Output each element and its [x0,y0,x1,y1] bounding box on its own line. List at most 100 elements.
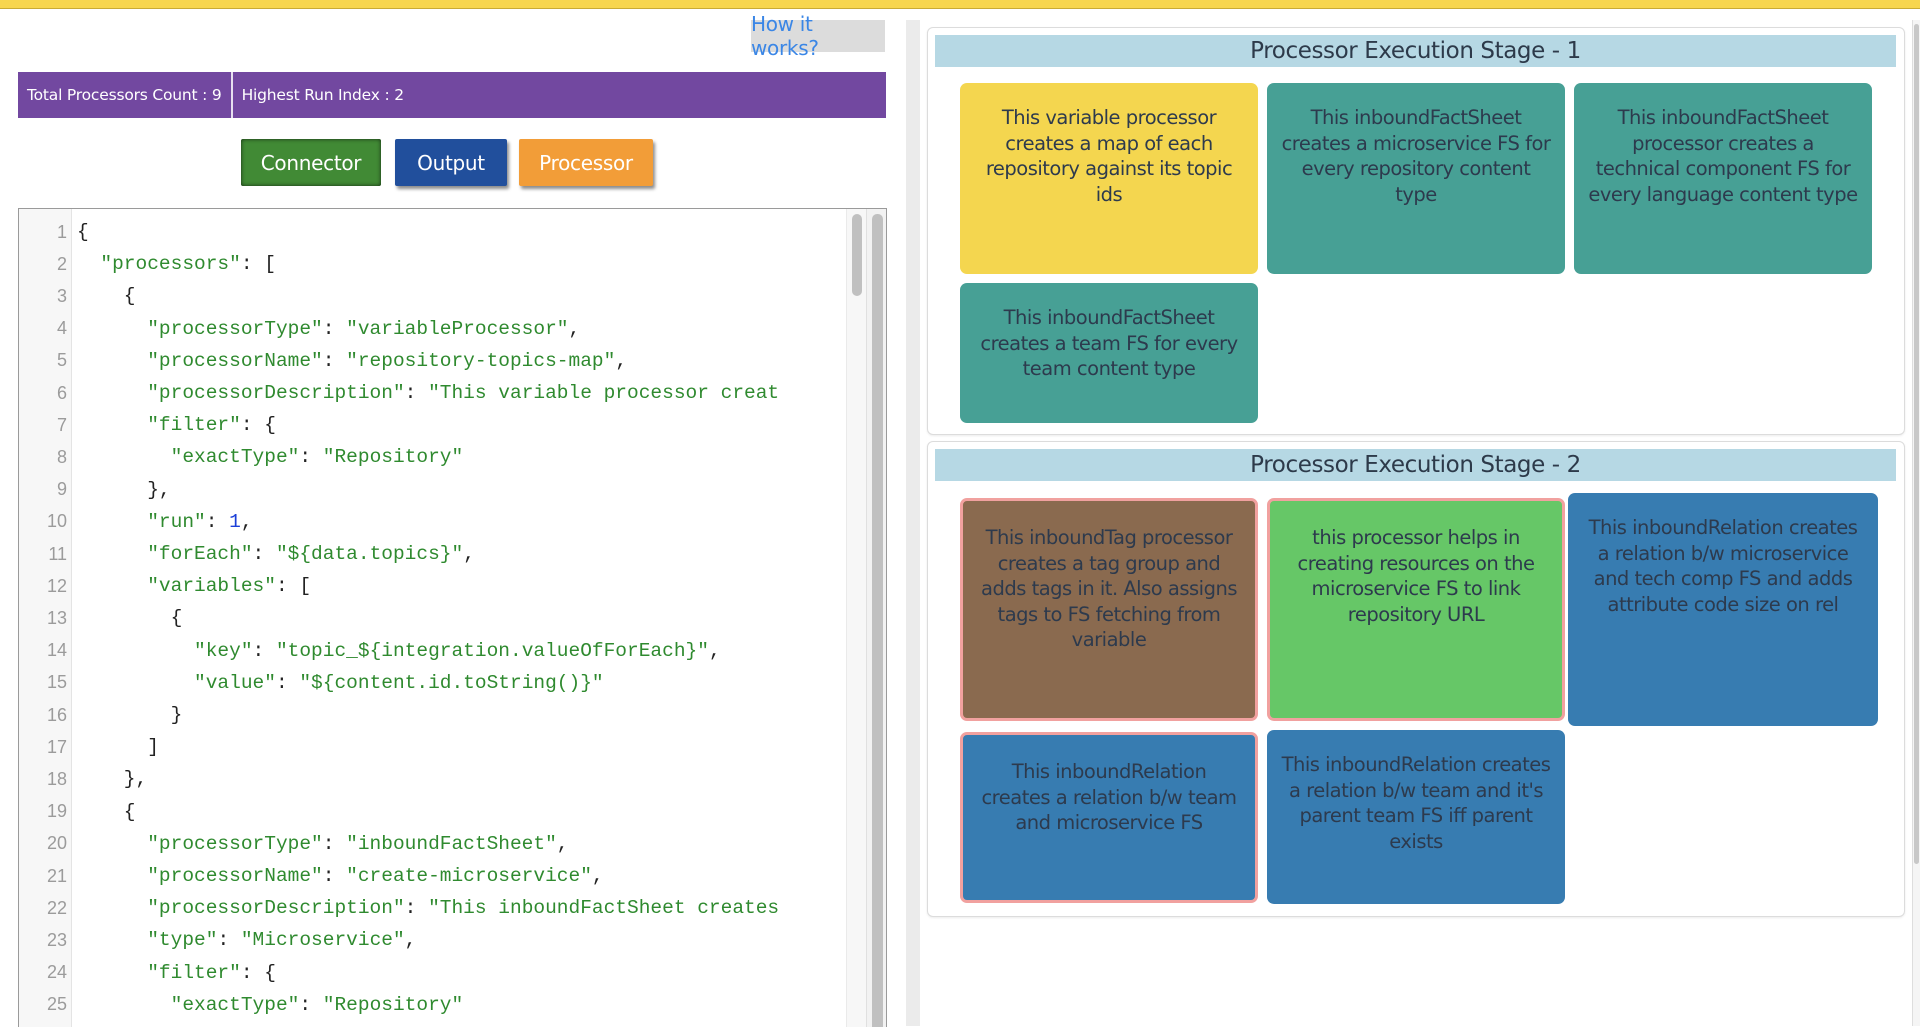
code-text[interactable]: }, [67,768,843,790]
processor-card[interactable]: This inboundRelation creates a relation … [1267,730,1565,904]
code-line[interactable]: 3 { [19,280,845,312]
code-line[interactable]: 14 "key": "topic_${integration.valueOfFo… [19,635,845,667]
line-number: 19 [46,801,67,822]
processor-button[interactable]: Processor [519,139,653,186]
panel-divider[interactable] [906,20,920,1026]
code-line[interactable]: 10 "run": 1, [19,506,845,538]
code-token-p: , [240,510,253,533]
top-accent-bar [0,0,1920,9]
code-token-p: : { [240,414,276,437]
code-line[interactable]: 13 { [19,602,845,634]
line-number: 9 [56,479,67,500]
code-line[interactable]: 5 "processorName": "repository-topics-ma… [19,345,845,377]
code-line[interactable]: 23 "type": "Microservice", [19,924,845,956]
code-line[interactable]: 25 "exactType": "Repository" [19,989,845,1021]
code-line[interactable]: 1{ [19,216,845,248]
code-token-key: "value" [194,671,276,694]
code-text[interactable]: } [67,704,843,726]
code-text[interactable]: "processorType": "inboundFactSheet", [67,833,843,855]
code-line[interactable]: 9 }, [19,474,845,506]
code-token-str: "${data.topics}" [275,543,464,565]
json-code-editor[interactable]: 1{2 "processors": [3 {4 "processorType":… [18,208,887,1027]
code-token-p: : [275,671,300,694]
processor-card-description: This inboundTag processor creates a tag … [981,526,1237,651]
code-token-str: "topic_${integration.valueOfForEach}" [275,639,709,662]
processor-card-description: This inboundRelation creates a relation … [1281,753,1551,853]
stats-bar: Total Processors Count : 9 Highest Run I… [18,72,886,118]
code-line[interactable]: 18 }, [19,763,845,795]
code-line[interactable]: 7 "filter": { [19,409,845,441]
code-line[interactable]: 24 "filter": { [19,957,845,989]
processor-card[interactable]: This inboundFactSheet creates a team FS … [960,283,1258,423]
code-text[interactable]: { [67,285,843,307]
code-token-p: , [591,865,604,887]
processor-card[interactable]: This inboundRelation creates a relation … [1568,493,1878,726]
line-number: 22 [46,897,67,918]
code-text[interactable]: "key": "topic_${integration.valueOfForEa… [67,640,843,662]
code-text[interactable]: ] [67,736,843,758]
code-text[interactable]: "filter": { [67,962,843,984]
code-token-p: }, [77,768,148,791]
code-text[interactable]: "forEach": "${data.topics}", [67,543,843,565]
code-line[interactable]: 19 { [19,796,845,828]
code-token-p: : [ [275,575,312,598]
code-line[interactable]: 22 "processorDescription": "This inbound… [19,892,845,924]
code-text[interactable]: "exactType": "Repository" [67,994,843,1016]
line-number: 15 [46,672,67,693]
line-number: 6 [56,382,67,403]
code-token-p: , [708,639,721,662]
output-button[interactable]: Output [395,139,507,186]
code-text[interactable]: }, [67,479,843,501]
code-text[interactable]: "processorName": "repository-topics-map"… [67,350,843,372]
code-line[interactable]: 8 "exactType": "Repository" [19,441,845,473]
code-text[interactable]: "processorDescription": "This variable p… [67,382,843,404]
code-text[interactable]: "processorName": "create-microservice", [67,865,843,887]
processor-card[interactable]: This inboundTag processor creates a tag … [960,498,1258,721]
code-line[interactable]: 16 } [19,699,845,731]
processor-card[interactable]: This inboundRelation creates a relation … [960,732,1258,903]
how-it-works-link[interactable]: How it works? [751,12,885,60]
code-line[interactable]: 12 "variables": [ [19,570,845,602]
processor-card[interactable]: This variable processor creates a map of… [960,83,1258,274]
code-text[interactable]: "processorDescription": "This inboundFac… [67,897,843,919]
code-text[interactable]: "processorType": "variableProcessor", [67,318,843,340]
code-line[interactable]: 17 ] [19,731,845,763]
code-text[interactable]: "processors": [ [67,253,843,275]
code-text[interactable]: "filter": { [67,414,843,436]
code-token-key: "processorType" [147,317,323,340]
stage-panel-2: Processor Execution Stage - 2 This inbou… [927,441,1905,917]
page-scrollbar-thumb[interactable] [1914,24,1919,864]
stage-title: Processor Execution Stage - 1 [935,35,1896,67]
processor-card-description: this processor helps in creating resourc… [1297,526,1535,626]
code-line[interactable]: 11 "forEach": "${data.topics}", [19,538,845,570]
panel-scrollbar-thumb[interactable] [872,214,883,1027]
code-line[interactable]: 4 "processorType": "variableProcessor", [19,313,845,345]
processor-card[interactable]: This inboundFactSheet processor creates … [1574,83,1872,274]
code-line[interactable]: 15 "value": "${content.id.toString()}" [19,667,845,699]
connector-button[interactable]: Connector [241,139,381,186]
editor-scrollbar[interactable] [846,209,867,1027]
processor-card[interactable]: this processor helps in creating resourc… [1267,498,1565,721]
code-text[interactable]: { [67,221,843,243]
code-text[interactable]: "exactType": "Repository" [67,446,843,468]
code-token-p: : [322,832,347,855]
code-line[interactable]: 6 "processorDescription": "This variable… [19,377,845,409]
code-line[interactable]: 21 "processorName": "create-microservice… [19,860,845,892]
code-text[interactable]: { [67,607,843,629]
code-text[interactable]: "run": 1, [67,511,843,533]
page-scrollbar[interactable] [1912,20,1920,1026]
code-token-p: , [568,317,581,340]
code-text[interactable]: "type": "Microservice", [67,929,843,951]
panel-scrollbar[interactable] [866,209,886,1027]
code-text[interactable]: { [67,801,843,823]
code-text[interactable]: "value": "${content.id.toString()}" [67,672,843,694]
editor-scrollbar-thumb[interactable] [852,214,862,296]
code-line[interactable]: 2 "processors": [ [19,248,845,280]
code-token-p [77,446,171,468]
processor-card[interactable]: This inboundFactSheet creates a microser… [1267,83,1565,274]
code-line[interactable]: 20 "processorType": "inboundFactSheet", [19,828,845,860]
code-text[interactable]: "variables": [ [67,575,843,597]
code-token-p [77,511,147,533]
line-number: 7 [56,414,67,435]
stage-panel-1: Processor Execution Stage - 1 This varia… [927,27,1905,435]
